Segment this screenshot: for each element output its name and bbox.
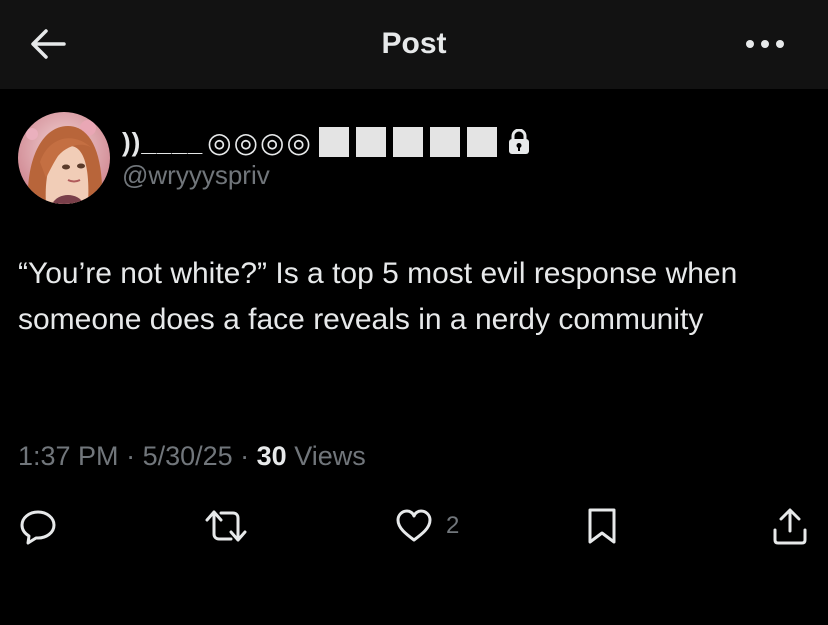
reply-icon — [20, 510, 56, 545]
display-name-symbols: ◎◎◎◎ — [207, 126, 313, 158]
display-name-blocks — [318, 127, 504, 157]
bookmark-icon — [588, 508, 616, 544]
tweet-date: 5/30/25 — [142, 441, 233, 471]
avatar[interactable] — [18, 112, 110, 204]
views-count[interactable]: 30 — [257, 441, 287, 471]
share-icon — [773, 508, 807, 545]
display-name-text: ))____ — [122, 126, 204, 157]
meta-separator: · — [232, 441, 257, 471]
action-bar: 2 — [0, 500, 828, 552]
tweet-meta: 1:37 PM · 5/30/25 · 30 Views — [18, 441, 366, 472]
retweet-button[interactable] — [203, 500, 249, 552]
name-block — [318, 127, 349, 157]
tweet-text: “You’re not white?” Is a top 5 most evil… — [18, 257, 738, 336]
name-block — [429, 127, 460, 157]
views-label: Views — [286, 441, 366, 471]
like-count: 2 — [446, 512, 460, 539]
top-bar: Post — [0, 0, 828, 89]
share-button[interactable] — [770, 500, 810, 552]
retweet-icon — [205, 510, 247, 542]
more-horizontal-icon — [746, 40, 784, 48]
name-block — [355, 127, 386, 157]
tweet-time: 1:37 PM — [18, 441, 119, 471]
name-block — [466, 127, 497, 157]
lock-icon — [508, 129, 530, 155]
reply-button[interactable] — [18, 500, 58, 552]
author-handle[interactable]: @wryyyspriv — [122, 160, 270, 191]
page-title: Post — [381, 27, 447, 60]
bookmark-button[interactable] — [585, 500, 619, 552]
heart-icon — [396, 509, 432, 542]
like-button[interactable]: 2 — [394, 500, 459, 552]
name-block — [392, 127, 423, 157]
more-options-button[interactable] — [740, 24, 790, 64]
meta-separator: · — [118, 441, 143, 471]
author-name[interactable]: ))____ ◎◎◎◎ — [122, 124, 530, 160]
